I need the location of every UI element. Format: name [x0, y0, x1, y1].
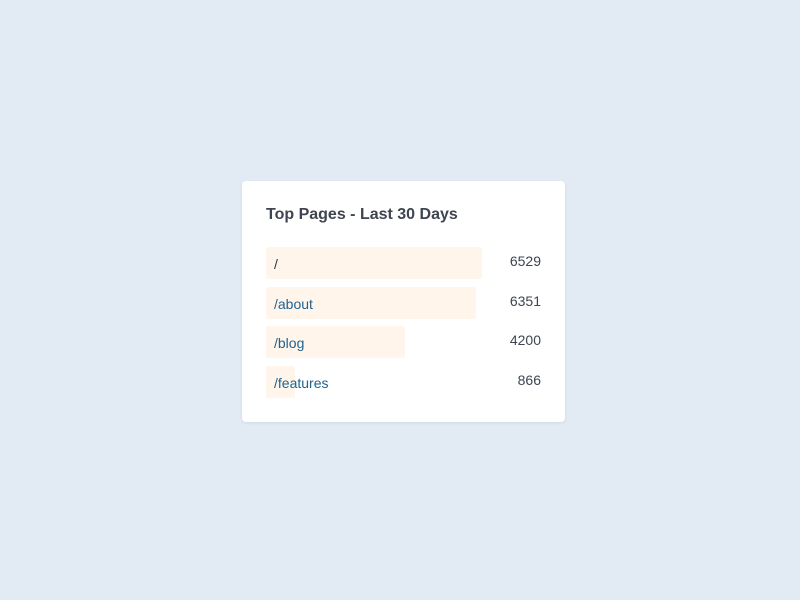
- list-item: /about 6351: [266, 286, 541, 319]
- page-views-value: 4200: [509, 332, 541, 348]
- bar-root: [266, 247, 482, 279]
- page-link-features[interactable]: /features: [274, 374, 328, 392]
- bar-track: [266, 247, 482, 279]
- list-item: / 6529: [266, 247, 541, 279]
- list-item: /blog 4200: [266, 326, 541, 358]
- top-pages-list: / 6529 /about 6351 /blog 4200 /features …: [266, 247, 541, 405]
- page-views-value: 866: [517, 371, 541, 388]
- page-views-value: 6351: [509, 292, 541, 309]
- page-link-blog[interactable]: /blog: [274, 334, 304, 352]
- top-pages-card: Top Pages - Last 30 Days / 6529 /about 6…: [242, 181, 565, 422]
- page-link-about[interactable]: /about: [274, 295, 313, 313]
- page-views-value: 6529: [509, 253, 541, 269]
- card-title: Top Pages - Last 30 Days: [266, 206, 458, 223]
- list-item: /features 866: [266, 365, 541, 398]
- page-label-root: /: [274, 256, 278, 272]
